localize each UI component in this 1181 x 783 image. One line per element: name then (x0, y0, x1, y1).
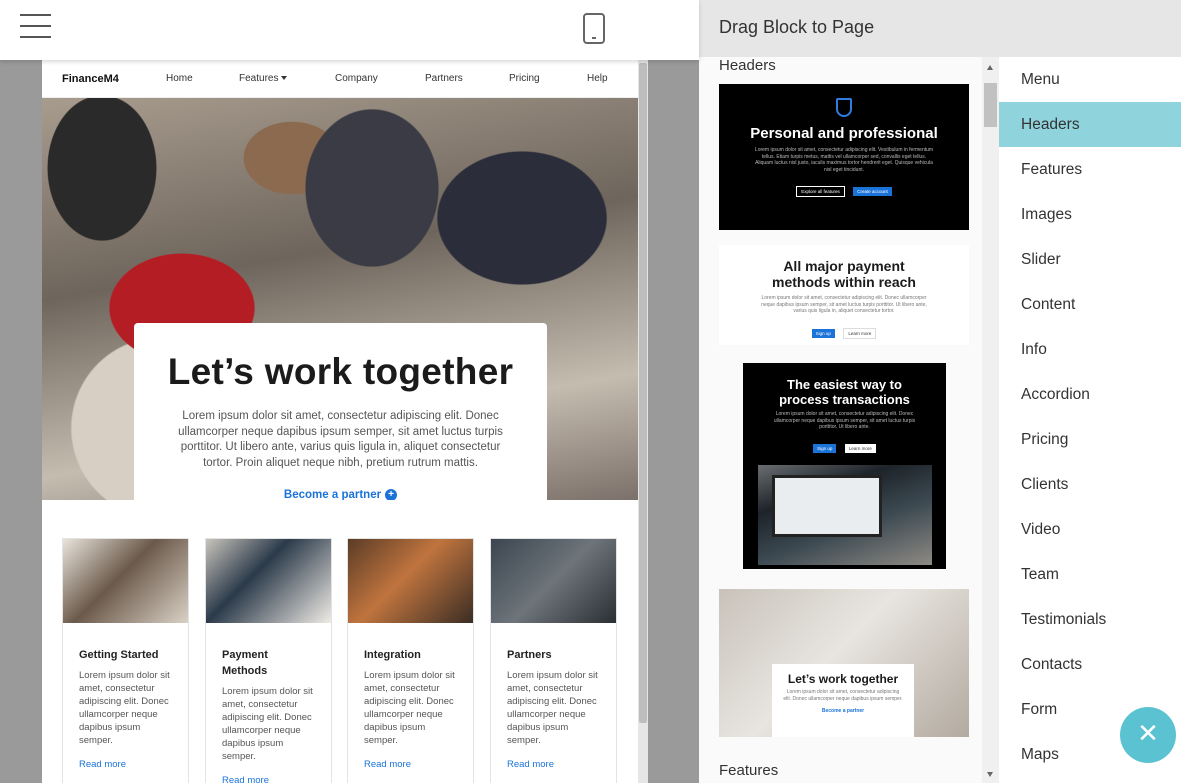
category-list: Menu Headers Features Images Slider Cont… (999, 57, 1181, 783)
shield-icon (836, 98, 852, 117)
become-partner-link[interactable]: Become a partner + (283, 489, 398, 500)
block-thumbnails: Headers Personal and professional Lorem … (699, 57, 982, 783)
card-payment-methods: Payment Methods Lorem ipsum dolor sit am… (205, 538, 332, 783)
category-video[interactable]: Video (999, 507, 1181, 552)
thumb-buttons: Sign up Learn more (719, 322, 969, 340)
block-thumb-work-together[interactable]: Let’s work together Lorem ipsum dolor si… (719, 589, 969, 737)
panel-title: Drag Block to Page (699, 0, 1181, 57)
category-images[interactable]: Images (999, 192, 1181, 237)
card-image (491, 539, 616, 623)
category-content[interactable]: Content (999, 282, 1181, 327)
card-image (63, 539, 188, 623)
category-menu[interactable]: Menu (999, 57, 1181, 102)
thumb-button-primary: Create account (853, 187, 892, 196)
thumb-title: All major payment methods within reach (772, 258, 916, 290)
nav-features-label: Features (239, 73, 279, 84)
site-brand[interactable]: FinanceM4 (62, 73, 119, 85)
category-slider[interactable]: Slider (999, 237, 1181, 282)
read-more-link[interactable]: Read more (507, 759, 600, 770)
category-info[interactable]: Info (999, 327, 1181, 372)
card-partners: Partners Lorem ipsum dolor sit amet, con… (490, 538, 617, 783)
read-more-link[interactable]: Read more (79, 759, 172, 770)
hero-text: Lorem ipsum dolor sit amet, consectetur … (178, 410, 503, 469)
hero-card: Let’s work together Lorem ipsum dolor si… (134, 323, 547, 500)
thumb-card: Let’s work together Lorem ipsum dolor si… (772, 664, 914, 737)
nav-partners[interactable]: Partners (425, 73, 463, 84)
card-title: Integration (364, 649, 421, 661)
card-title: Partners (507, 649, 552, 661)
thumb-text: Lorem ipsum dolor sit amet, consectetur … (754, 147, 934, 173)
hero-title: Let’s work together (167, 351, 514, 392)
page-preview: FinanceM4 Home Features Company Partners… (42, 60, 638, 783)
canvas-scrollbar-thumb[interactable] (639, 63, 647, 723)
thumb-button-primary: Sign up (813, 443, 837, 453)
category-accordion[interactable]: Accordion (999, 372, 1181, 417)
category-testimonials[interactable]: Testimonials (999, 597, 1181, 642)
thumb-text: Lorem ipsum dolor sit amet, consectetur … (783, 689, 903, 702)
category-features[interactable]: Features (999, 147, 1181, 192)
category-contacts[interactable]: Contacts (999, 642, 1181, 687)
hero-image: Let’s work together Lorem ipsum dolor si… (42, 98, 638, 500)
thumb-button-primary: Sign up (811, 328, 835, 338)
read-more-link[interactable]: Read more (364, 759, 457, 770)
thumb-text: Lorem ipsum dolor sit amet, consectetur … (773, 411, 916, 430)
become-partner-label: Become a partner (283, 489, 382, 500)
thumb-title: Personal and professional (750, 125, 938, 142)
card-text: Lorem ipsum dolor sit amet, consectetur … (79, 670, 170, 746)
card-integration: Integration Lorem ipsum dolor sit amet, … (347, 538, 474, 783)
scroll-down-arrow-icon[interactable] (987, 772, 993, 777)
category-clients[interactable]: Clients (999, 462, 1181, 507)
category-pricing[interactable]: Pricing (999, 417, 1181, 462)
nav-help[interactable]: Help (587, 73, 608, 84)
close-icon[interactable]: ✕ (1120, 707, 1176, 763)
hamburger-menu-icon[interactable] (20, 14, 51, 42)
card-title: Getting Started (79, 649, 159, 661)
thumb-button-secondary: Learn more (843, 327, 877, 339)
editor-topbar (0, 0, 699, 60)
category-headers[interactable]: Headers (999, 102, 1181, 147)
feature-cards: Getting Started Lorem ipsum dolor sit am… (62, 538, 622, 783)
card-text: Lorem ipsum dolor sit amet, consectetur … (364, 670, 455, 746)
thumb-title: The easiest way to process transactions (779, 377, 910, 407)
card-text: Lorem ipsum dolor sit amet, consectetur … (222, 686, 313, 762)
block-thumb-payment-methods[interactable]: All major payment methods within reach L… (719, 245, 969, 345)
card-text: Lorem ipsum dolor sit amet, consectetur … (507, 670, 598, 746)
section-label-features: Features (719, 762, 779, 779)
card-image (206, 539, 331, 623)
plus-circle-icon: + (385, 489, 398, 500)
category-team[interactable]: Team (999, 552, 1181, 597)
laptop-image (757, 464, 932, 565)
thumb-buttons: Explore all features Create account (719, 180, 969, 198)
thumb-button-secondary: Explore all features (796, 186, 845, 197)
card-image (348, 539, 473, 623)
thumb-buttons: Sign up Learn more (743, 437, 946, 455)
thumb-link: Become a partner (821, 708, 865, 714)
block-thumb-easiest-way[interactable]: The easiest way to process transactions … (743, 363, 946, 569)
thumb-button-secondary: Learn more (844, 443, 876, 453)
read-more-link[interactable]: Read more (222, 775, 315, 783)
site-navbar: FinanceM4 Home Features Company Partners… (42, 60, 638, 98)
nav-pricing[interactable]: Pricing (509, 73, 540, 84)
thumb-text: Lorem ipsum dolor sit amet, consectetur … (761, 295, 927, 314)
blocks-panel: Drag Block to Page Headers Personal and … (699, 0, 1181, 783)
nav-features[interactable]: Features (239, 73, 288, 84)
card-getting-started: Getting Started Lorem ipsum dolor sit am… (62, 538, 189, 783)
mobile-phone-icon[interactable] (583, 13, 605, 44)
thumb-title: Let’s work together (787, 672, 899, 686)
scroll-up-arrow-icon[interactable] (987, 65, 993, 70)
block-thumb-personal-professional[interactable]: Personal and professional Lorem ipsum do… (719, 84, 969, 230)
thumbnails-scrollbar[interactable] (982, 57, 999, 783)
caret-down-icon (281, 76, 288, 81)
nav-home[interactable]: Home (166, 73, 193, 84)
section-label-headers: Headers (719, 57, 776, 74)
thumbnails-scrollbar-thumb[interactable] (984, 83, 997, 127)
nav-company[interactable]: Company (335, 73, 378, 84)
card-title: Payment Methods (222, 649, 268, 677)
